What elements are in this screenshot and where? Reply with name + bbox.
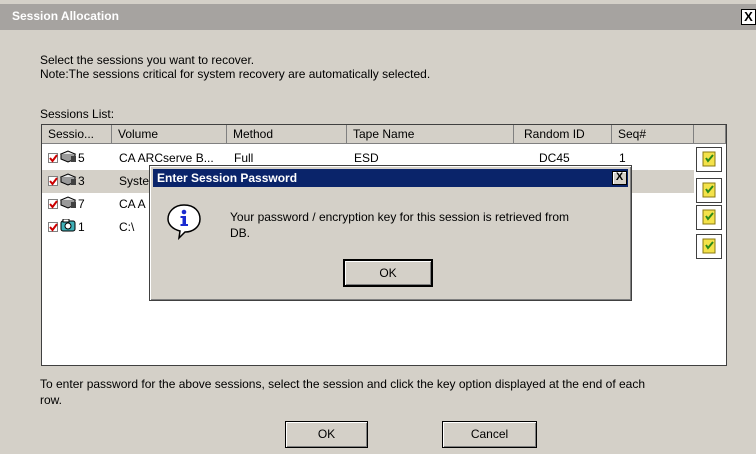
column-header-key (694, 125, 726, 144)
column-header-session[interactable]: Sessio... (42, 125, 112, 144)
window-close-button[interactable]: X (741, 9, 756, 25)
dialog-close-button[interactable]: X (612, 171, 627, 185)
window-title: Session Allocation (12, 9, 119, 23)
enter-session-password-dialog: Enter Session Password X Your password /… (149, 165, 632, 301)
volume-cell: CA A (119, 197, 146, 211)
column-header-seq[interactable]: Seq# (612, 125, 694, 144)
session-number: 7 (78, 197, 85, 211)
dialog-message-line-2: DB. (230, 226, 251, 240)
session-key-button[interactable] (696, 234, 722, 259)
session-checkbox[interactable] (48, 153, 58, 163)
tape-icon (59, 150, 77, 163)
session-checkbox[interactable] (48, 199, 58, 209)
column-header-tape-name[interactable]: Tape Name (347, 125, 514, 144)
session-number: 1 (78, 220, 85, 234)
key-icon (702, 209, 716, 225)
session-number: 3 (78, 174, 85, 188)
session-key-button[interactable] (696, 205, 722, 230)
session-checkbox[interactable] (48, 176, 58, 186)
key-icon (702, 151, 716, 167)
sessions-list-label: Sessions List: (40, 107, 115, 121)
random-id-cell: DC45 (539, 151, 570, 165)
ok-button[interactable]: OK (285, 421, 368, 448)
dialog-title: Enter Session Password (157, 171, 298, 185)
instruction-line-2: Note:The sessions critical for system re… (40, 67, 431, 81)
tape-icon (59, 173, 77, 186)
dialog-titlebar: Enter Session Password X (153, 169, 628, 187)
dialog-ok-button[interactable]: OK (344, 260, 432, 286)
info-icon (167, 204, 201, 240)
seq-cell: 1 (619, 151, 626, 165)
volume-cell: C:\ (119, 220, 135, 234)
drive-icon (60, 219, 76, 232)
column-header-method[interactable]: Method (227, 125, 347, 144)
method-cell: Full (234, 151, 254, 165)
session-key-button[interactable] (696, 178, 722, 203)
key-icon (702, 238, 716, 254)
tape-name-cell: ESD (354, 151, 379, 165)
session-checkbox[interactable] (48, 222, 58, 232)
cancel-button[interactable]: Cancel (442, 421, 537, 448)
column-header-volume[interactable]: Volume (112, 125, 227, 144)
footer-hint-line-1: To enter password for the above sessions… (40, 377, 646, 391)
instruction-line-1: Select the sessions you want to recover. (40, 53, 255, 67)
key-icon (702, 182, 716, 198)
footer-hint-line-2: row. (40, 393, 63, 407)
column-header-random-id[interactable]: Random ID (514, 125, 612, 144)
session-key-button[interactable] (696, 147, 722, 172)
dialog-message-line-1: Your password / encryption key for this … (230, 210, 570, 224)
session-allocation-window: Session Allocation X Select the sessions… (0, 0, 756, 454)
window-titlebar: Session Allocation X (0, 4, 756, 30)
tape-icon (59, 196, 77, 209)
volume-cell: CA ARCserve B... (119, 151, 214, 165)
session-number: 5 (78, 151, 85, 165)
